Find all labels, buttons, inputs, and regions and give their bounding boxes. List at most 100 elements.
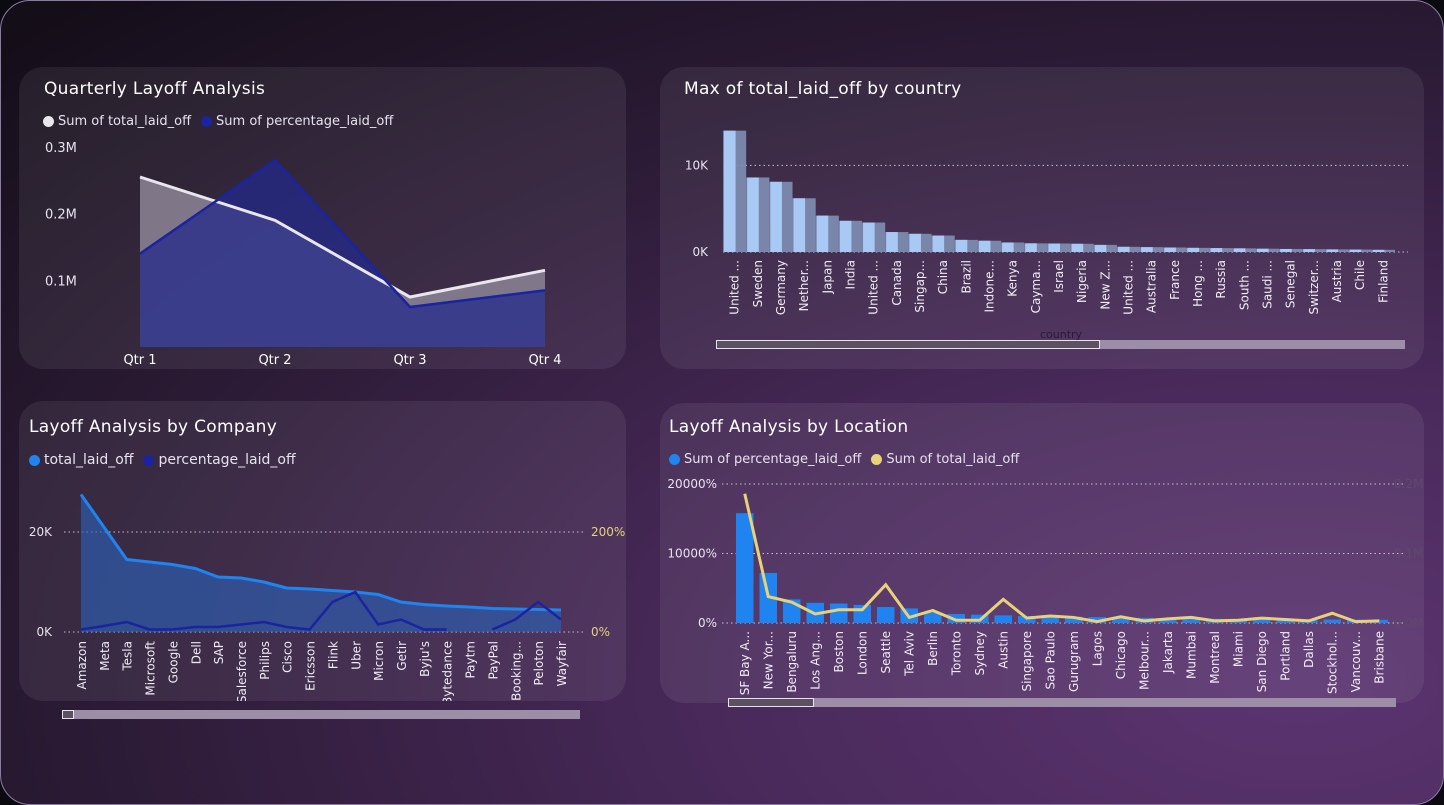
x-tick-label: Russia — [1214, 260, 1228, 299]
y2-tick-label: 200% — [591, 525, 625, 539]
x-tick-label: Bengaluru — [785, 631, 799, 693]
bar — [994, 615, 1012, 623]
x-tick-label: Canada — [890, 260, 904, 306]
bar — [1303, 249, 1315, 252]
x-tick-label: Japan — [820, 260, 834, 294]
x-tick-label: United ... — [867, 260, 881, 315]
x-tick-label: Getir — [395, 641, 409, 671]
x-tick-label: Paytm — [464, 641, 478, 679]
bar — [877, 607, 895, 623]
x-tick-label: SF Bay A... — [738, 631, 752, 695]
x-tick-label: Brisbane — [1372, 631, 1386, 684]
x-tick-label: Singapore — [1020, 631, 1034, 692]
x-tick-label: Montreal — [1208, 631, 1222, 684]
x-tick-label: Senegal — [1284, 260, 1298, 308]
x-tick-label: Miami — [1231, 631, 1245, 667]
x-tick-label: Amazon — [75, 641, 89, 690]
x-tick-label: Bytedance — [441, 641, 455, 701]
x-tick-label: Cisco — [281, 641, 295, 673]
bar — [770, 181, 782, 252]
x-tick-label: Peloton — [532, 641, 546, 686]
y-tick-label: 0.3M — [45, 141, 77, 156]
bar — [793, 198, 806, 252]
x-tick-label: Dell — [189, 641, 203, 664]
y2-tick-label: 0.0M — [1394, 616, 1423, 630]
x-tick-label: Portland — [1278, 631, 1292, 681]
area-percentage — [140, 160, 545, 347]
x-tick-label: Kenya — [1006, 260, 1020, 297]
x-tick-label: Ericsson — [304, 641, 318, 691]
x-tick-label: Google — [166, 641, 180, 683]
company-card: Layoff Analysis by Company total_laid_of… — [19, 401, 626, 701]
x-tick-label: Qtr 3 — [393, 353, 426, 368]
line-total — [743, 493, 1380, 624]
location-scrollbar[interactable] — [728, 698, 1396, 707]
x-tick-label: Nigeria — [1075, 260, 1089, 303]
bar — [839, 220, 852, 252]
quarterly-chart[interactable]: 0.1M 0.2M 0.3M Qtr 1 Qtr 2 Qtr 3 Qtr 4 — [19, 67, 626, 369]
location-chart[interactable]: 0% 10000% 20000% 0.0M 0.1M 0.2M SF Bay A... New… — [660, 403, 1424, 703]
bar — [1141, 247, 1153, 252]
bar — [1187, 247, 1200, 252]
x-tick-label: SAP — [212, 641, 226, 664]
bar — [1326, 249, 1339, 252]
bar — [1280, 248, 1292, 252]
x-tick-label: France — [1168, 260, 1182, 300]
y-tick-label: 0K — [692, 245, 709, 259]
x-tick-label: Los Ang... — [808, 631, 822, 690]
x-tick-label: Flink — [326, 641, 340, 669]
x-tick-label: Brazil — [959, 260, 973, 294]
quarterly-card: Quarterly Layoff Analysis Sum of total_l… — [19, 67, 626, 369]
x-tick-label: Nether... — [797, 260, 811, 311]
x-tick-label: New Yor... — [761, 631, 775, 689]
company-scrollbar[interactable] — [62, 710, 580, 719]
x-tick-label: Indone... — [982, 260, 996, 313]
x-tick-label: South ... — [1237, 260, 1251, 310]
x-tick-label: Germany — [774, 260, 788, 315]
bar — [886, 232, 898, 252]
x-tick-label: Dallas — [1302, 631, 1316, 668]
location-scroll-thumb[interactable] — [728, 698, 814, 707]
x-tick-label: Mumbai — [1184, 631, 1198, 679]
bar — [909, 233, 921, 252]
bar — [1164, 247, 1176, 252]
x-tick-label: Gurugram — [1067, 631, 1081, 692]
x-tick-label: Saudi ... — [1261, 260, 1275, 309]
x-tick-label: Tel Aviv — [902, 631, 916, 677]
company-chart[interactable]: 0K 20K 0% 200% Amazon Meta Tesla Microsoft Googl… — [19, 401, 626, 701]
y-tick-label: 20K — [29, 525, 53, 539]
x-tick-label: Meta — [98, 641, 112, 671]
bar — [747, 177, 759, 252]
bar — [724, 130, 736, 252]
x-tick-label: Byju's — [418, 641, 432, 677]
x-tick-label: Austin — [996, 631, 1010, 669]
bar — [830, 603, 848, 623]
x-tick-label: Austria — [1330, 260, 1344, 302]
dashboard-canvas: Quarterly Layoff Analysis Sum of total_l… — [0, 0, 1444, 805]
x-tick-label: Booking... — [509, 641, 523, 701]
x-tick-label: Australia — [1145, 260, 1159, 313]
company-scroll-thumb[interactable] — [62, 710, 74, 719]
bar — [1025, 243, 1037, 252]
x-tick-label: Chile — [1353, 260, 1367, 290]
x-tick-label: London — [855, 631, 869, 675]
x-tick-label: PayPal — [486, 641, 500, 680]
bar — [1094, 244, 1107, 252]
bar — [1233, 248, 1246, 252]
x-tick-label: Jakarta — [1161, 631, 1175, 674]
country-chart[interactable]: 0K 10K United ... Sweden Germany Nether... Jap… — [660, 67, 1424, 369]
country-card: Max of total_laid_off by country 0K 10K Un… — [660, 67, 1424, 369]
bar — [978, 240, 991, 252]
x-tick-label: Stockhol... — [1325, 631, 1339, 694]
x-tick-label: Microsoft — [144, 641, 158, 696]
x-tick-label: Seattle — [879, 631, 893, 673]
country-scrollbar[interactable] — [716, 340, 1405, 349]
country-scroll-thumb[interactable] — [716, 340, 1100, 349]
bar — [932, 235, 945, 252]
y-tick-label: 0% — [698, 616, 717, 630]
y-tick-label: 10000% — [667, 547, 717, 561]
y2-tick-label: 0.1M — [1394, 547, 1423, 561]
x-tick-label: New Z... — [1098, 260, 1112, 310]
x-tick-label: Sao Paulo — [1043, 631, 1057, 689]
x-tick-label: Singap... — [913, 260, 927, 313]
